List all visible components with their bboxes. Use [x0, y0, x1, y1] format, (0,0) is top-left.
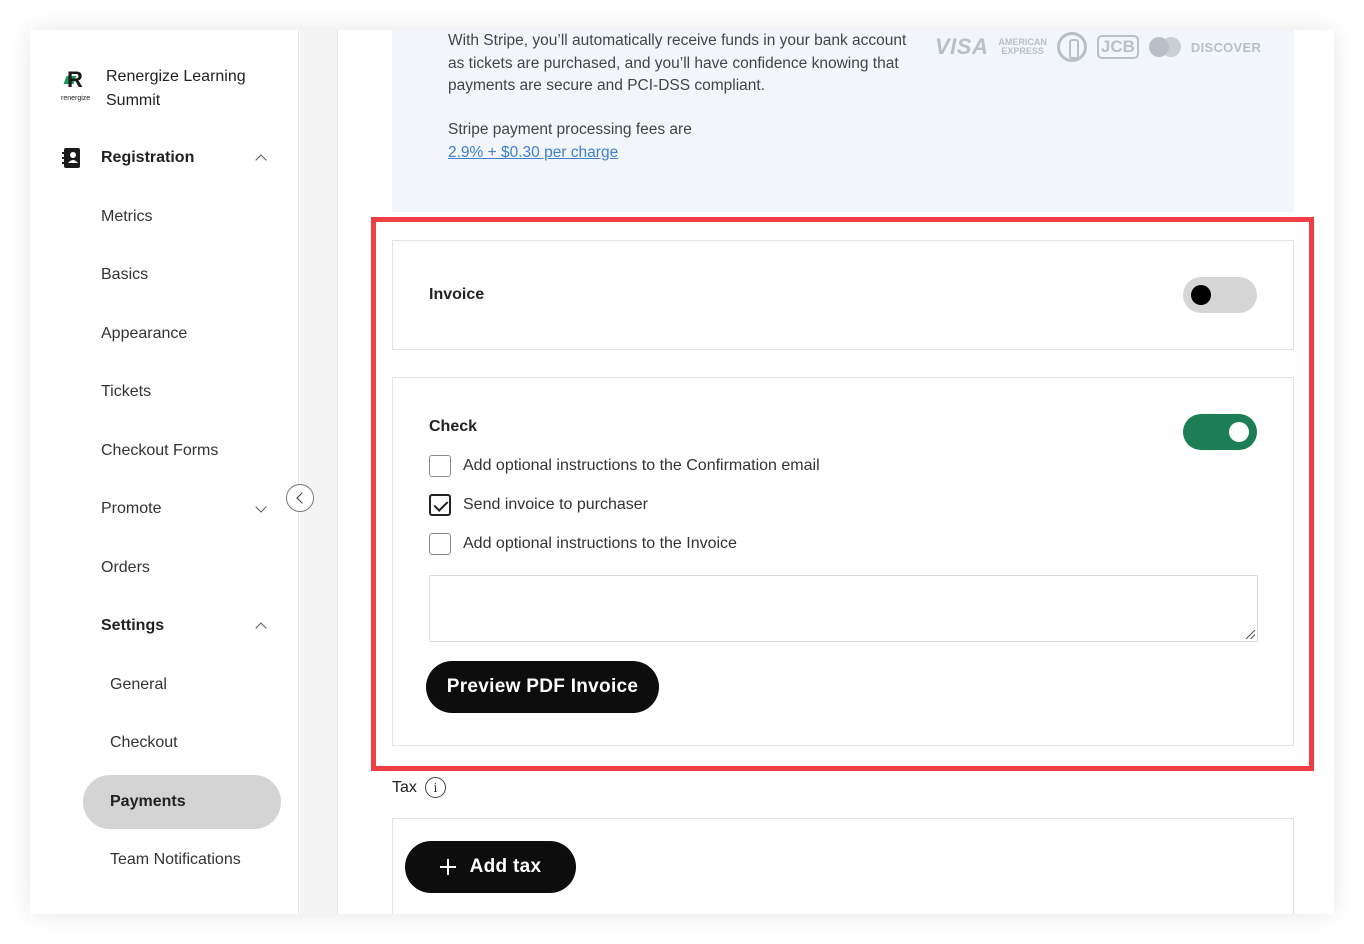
- info-icon[interactable]: i: [424, 777, 446, 798]
- check-toggle[interactable]: [1183, 414, 1257, 450]
- option-label: Add optional instructions to the Invoice: [463, 535, 737, 552]
- stripe-description: With Stripe, you’ll automatically receiv…: [448, 32, 907, 94]
- option-label: Send invoice to purchaser: [463, 496, 648, 513]
- option-confirmation-instructions[interactable]: Add optional instructions to the Confirm…: [429, 455, 820, 477]
- gutter: [300, 30, 338, 914]
- sidebar-item-tickets[interactable]: Tickets: [101, 380, 151, 404]
- amex-line2: EXPRESS: [1001, 46, 1044, 56]
- stripe-info-box: With Stripe, you’ll automatically receiv…: [392, 30, 1294, 212]
- add-tax-button[interactable]: Add tax: [405, 841, 576, 893]
- sidebar-item-label: Promote: [101, 500, 162, 517]
- preview-pdf-invoice-button[interactable]: Preview PDF Invoice: [426, 661, 659, 713]
- chevron-up-icon[interactable]: [255, 620, 267, 632]
- sidebar-item-settings[interactable]: Settings: [101, 614, 267, 638]
- nav-section-label: Registration: [101, 149, 195, 166]
- logo-letter: R: [67, 67, 83, 92]
- plus-icon: [439, 859, 456, 875]
- visa-logo: VISA: [935, 34, 989, 59]
- tax-panel: Add tax: [392, 818, 1294, 914]
- checkbox-unchecked[interactable]: [429, 455, 451, 477]
- chevron-up-icon[interactable]: [255, 152, 267, 164]
- org-name: Renergize Learning Summit: [106, 68, 246, 109]
- add-tax-label: Add tax: [469, 856, 542, 877]
- sidebar-subitem-team-notifications[interactable]: Team Notifications: [110, 848, 241, 872]
- logo-wordmark: renergize: [61, 95, 91, 102]
- sidebar-subitem-payments[interactable]: Payments: [110, 790, 186, 814]
- stripe-fee-text: Stripe payment processing fees are: [448, 121, 692, 138]
- invoice-title: Invoice: [429, 286, 485, 303]
- contact-book-icon: [61, 147, 83, 169]
- option-invoice-instructions[interactable]: Add optional instructions to the Invoice: [429, 533, 737, 555]
- mastercard-logo: [1148, 37, 1181, 57]
- sidebar: R renergize Renergize Learning Summit Re…: [30, 30, 299, 914]
- chevron-down-icon[interactable]: [255, 503, 267, 515]
- sidebar-item-label: Settings: [101, 617, 165, 634]
- org-header[interactable]: R renergize Renergize Learning Summit: [61, 66, 266, 113]
- sidebar-item-promote[interactable]: Promote: [101, 497, 267, 521]
- option-label: Add optional instructions to the Confirm…: [463, 457, 820, 474]
- discover-logo: DISCOVER: [1190, 39, 1262, 55]
- invoice-instructions-textarea[interactable]: [429, 575, 1258, 642]
- sidebar-item-orders[interactable]: Orders: [101, 556, 150, 580]
- sidebar-item-checkout-forms[interactable]: Checkout Forms: [101, 439, 218, 463]
- toggle-knob: [1191, 285, 1211, 305]
- checkbox-unchecked[interactable]: [429, 533, 451, 555]
- jcb-logo: JCB: [1096, 35, 1139, 59]
- check-title: Check: [429, 418, 478, 435]
- diners-club-logo: [1056, 32, 1087, 62]
- check-panel: Check Add optional instructions to the C…: [392, 377, 1294, 746]
- stripe-fee-link[interactable]: 2.9% + $0.30 per charge: [448, 142, 618, 165]
- renergize-logo: R renergize: [61, 66, 97, 106]
- app-window: R renergize Renergize Learning Summit Re…: [30, 30, 1334, 914]
- sidebar-item-appearance[interactable]: Appearance: [101, 322, 187, 346]
- card-logos: VISA AMERICAN EXPRESS JCB DISCOVER: [935, 32, 1261, 62]
- option-send-invoice[interactable]: Send invoice to purchaser: [429, 494, 648, 516]
- sidebar-item-basics[interactable]: Basics: [101, 263, 148, 287]
- checkbox-checked[interactable]: [429, 494, 451, 516]
- toggle-knob: [1229, 422, 1249, 442]
- amex-logo: AMERICAN EXPRESS: [998, 38, 1047, 56]
- sidebar-subitem-general[interactable]: General: [110, 673, 167, 697]
- invoice-panel: Invoice: [392, 240, 1294, 350]
- sidebar-subitem-checkout[interactable]: Checkout: [110, 731, 178, 755]
- sidebar-item-metrics[interactable]: Metrics: [101, 205, 153, 229]
- tax-heading: Tax i: [392, 777, 446, 798]
- main-content: With Stripe, you’ll automatically receiv…: [338, 30, 1334, 914]
- collapse-sidebar-button[interactable]: [286, 484, 314, 512]
- tax-label: Tax: [392, 778, 417, 796]
- invoice-toggle[interactable]: [1183, 277, 1257, 313]
- nav-section-registration[interactable]: Registration: [61, 146, 267, 170]
